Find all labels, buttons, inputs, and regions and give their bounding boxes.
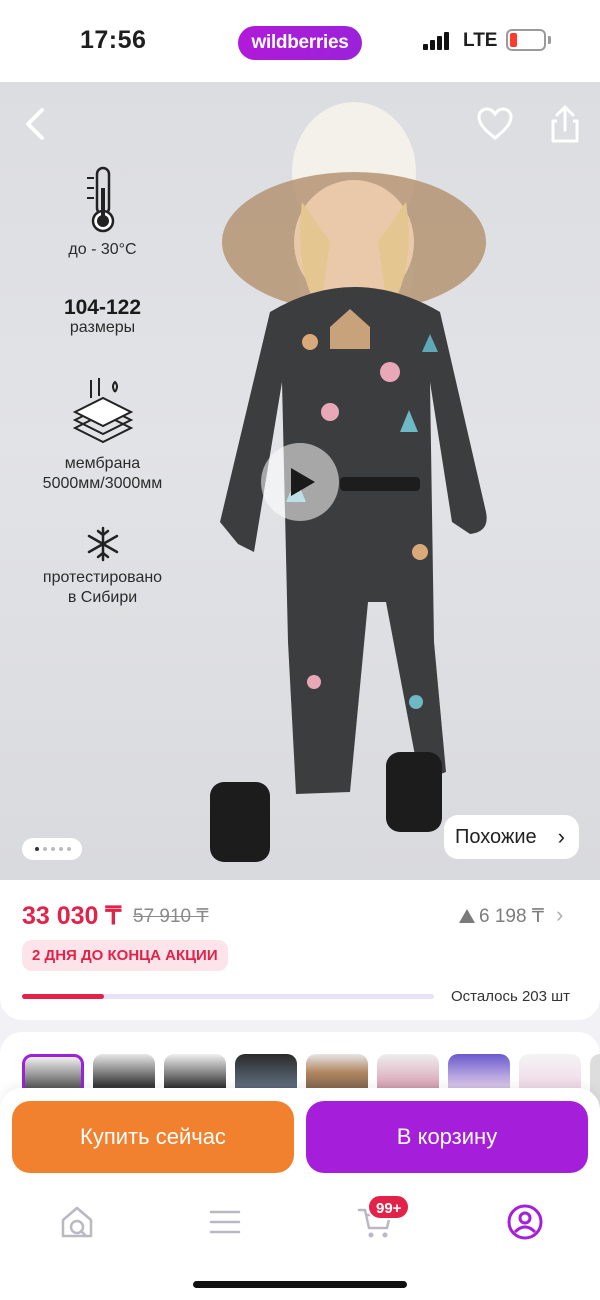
feature-text: 5000мм/3000мм <box>42 475 163 492</box>
membrane-icon <box>72 378 133 444</box>
slide-dot <box>67 847 71 851</box>
feature-title: 104-122 <box>63 296 142 319</box>
feature-text: размеры <box>69 319 136 336</box>
snowflake-icon <box>87 526 118 562</box>
product-page: 17:56 wildberries LTE до - 30°C 104-122 … <box>0 0 600 1300</box>
status-time: 17:56 <box>80 26 147 54</box>
promo-badge: 2 ДНЯ ДО КОНЦА АКЦИИ <box>22 940 228 971</box>
wildberries-logo: wildberries <box>238 26 362 60</box>
catalog-menu-icon[interactable] <box>205 1202 245 1242</box>
product-photo <box>210 102 487 862</box>
thermometer-icon <box>86 166 114 233</box>
home-search-icon[interactable] <box>57 1202 97 1242</box>
feature-tested: протестировано в Сибири <box>30 526 175 608</box>
feature-membrane: мембрана 5000мм/3000мм <box>30 376 175 494</box>
price-section: 33 030 ₸ 57 910 ₸ 6 198 ₸ › 2 ДНЯ ДО КОН… <box>0 880 600 1020</box>
stock-progress-bar <box>22 994 434 999</box>
chevron-right-icon[interactable]: › <box>556 902 563 928</box>
status-bar: 17:56 wildberries LTE <box>0 0 600 82</box>
battery-icon <box>506 29 546 51</box>
feature-text: мембрана <box>64 455 141 472</box>
share-icon[interactable] <box>548 104 582 144</box>
stock-progress-fill <box>22 994 105 999</box>
feature-text: протестировано <box>42 569 163 586</box>
chevron-right-icon: › <box>557 824 565 849</box>
home-indicator <box>193 1281 407 1288</box>
stock-remaining: Осталось 203 шт <box>451 988 571 1005</box>
bonus-value: 6 198 ₸ <box>479 906 544 927</box>
slide-dot <box>59 847 63 851</box>
battery-tip <box>548 36 551 44</box>
feature-temperature: до - 30°C <box>30 166 175 260</box>
slide-dot <box>35 847 39 851</box>
old-price: 57 910 ₸ <box>133 906 209 927</box>
action-bar: Купить сейчас В корзину <box>0 1088 600 1190</box>
product-image[interactable]: до - 30°C 104-122 размеры мембрана 5000м… <box>0 82 600 880</box>
feature-sizes: 104-122 размеры <box>30 296 175 338</box>
add-to-cart-button[interactable]: В корзину <box>306 1101 588 1173</box>
slide-dot <box>43 847 47 851</box>
triangle-icon <box>459 909 475 923</box>
slide-indicator <box>22 838 82 860</box>
signal-icon <box>423 32 453 50</box>
feature-text: в Сибири <box>67 589 138 606</box>
similar-button[interactable]: Похожие › <box>444 815 579 859</box>
slide-dot <box>51 847 55 851</box>
network-label: LTE <box>463 30 498 51</box>
back-button[interactable] <box>20 104 52 144</box>
favorite-heart-icon[interactable] <box>476 106 514 142</box>
profile-icon[interactable] <box>505 1202 545 1242</box>
similar-label: Похожие <box>455 826 537 848</box>
buy-now-button[interactable]: Купить сейчас <box>12 1101 294 1173</box>
bonus-points[interactable]: 6 198 ₸ <box>459 905 544 928</box>
feature-text: до - 30°C <box>68 241 137 258</box>
cart-badge: 99+ <box>367 1194 411 1220</box>
current-price: 33 030 ₸ <box>22 902 122 930</box>
play-video-button[interactable] <box>261 443 339 521</box>
